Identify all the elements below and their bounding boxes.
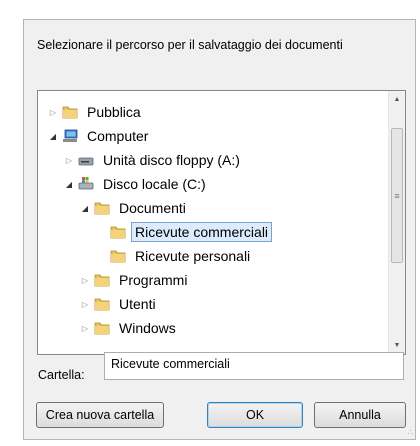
tree-item-label: Pubblica — [87, 104, 141, 120]
scroll-up-icon[interactable]: ▲ — [389, 91, 405, 108]
grip-icon: ≡ — [394, 190, 400, 201]
new-folder-button[interactable]: Crea nuova cartella — [36, 402, 164, 428]
tree-item-label: Programmi — [119, 272, 188, 288]
collapse-arrow-icon[interactable]: ◢ — [80, 203, 90, 213]
save-location-dialog: Selezionare il percorso per il salvatagg… — [23, 19, 416, 440]
folder-icon — [94, 320, 110, 336]
cancel-button[interactable]: Annulla — [314, 402, 406, 428]
folder-label: Cartella: — [38, 368, 85, 382]
tree-item-label: Documenti — [119, 200, 186, 216]
expand-arrow-icon[interactable]: ▷ — [80, 323, 90, 333]
vertical-scrollbar[interactable]: ▲ ≡ ▼ — [388, 91, 405, 354]
folder-icon — [62, 104, 78, 120]
expand-arrow-icon[interactable]: ▷ — [48, 107, 58, 117]
resize-grip-icon[interactable]: ∴ — [408, 428, 413, 437]
tree-item-label: Disco locale (C:) — [103, 176, 206, 192]
collapse-arrow-icon[interactable]: ◢ — [64, 179, 74, 189]
folder-icon — [110, 248, 126, 264]
tree-item-ricevute-personali[interactable]: Ricevute personali — [110, 244, 254, 268]
tree-item-label: Windows — [119, 320, 176, 336]
tree-item-programmi[interactable]: ▷ Programmi — [80, 268, 191, 292]
tree-item-label: Computer — [87, 128, 149, 144]
tree-item-utenti[interactable]: ▷ Utenti — [80, 292, 160, 316]
tree-item-windows[interactable]: ▷ Windows — [80, 316, 180, 340]
folder-tree[interactable]: ▷ Pubblica ◢ Computer ▷ Unità disco flop… — [37, 90, 406, 355]
scroll-thumb[interactable]: ≡ — [391, 128, 403, 263]
expand-arrow-icon[interactable]: ▷ — [64, 155, 74, 165]
tree-item-label: Ricevute personali — [135, 248, 251, 264]
folder-icon — [94, 296, 110, 312]
folder-icon — [110, 224, 126, 240]
folder-icon — [94, 272, 110, 288]
tree-item-label: Unità disco floppy (A:) — [103, 152, 240, 168]
local-disk-icon — [78, 176, 94, 192]
tree-item-label: Ricevute commerciali — [131, 222, 273, 242]
expand-arrow-icon[interactable]: ▷ — [80, 299, 90, 309]
floppy-drive-icon — [78, 152, 94, 168]
tree-item-label: Utenti — [119, 296, 156, 312]
expand-arrow-icon[interactable]: ▷ — [80, 275, 90, 285]
collapse-arrow-icon[interactable]: ◢ — [48, 131, 58, 141]
tree-item-computer[interactable]: ◢ Computer — [48, 124, 152, 148]
computer-icon — [62, 128, 78, 144]
folder-icon — [94, 200, 110, 216]
tree-item-local-disk[interactable]: ◢ Disco locale (C:) — [64, 172, 210, 196]
ok-button[interactable]: OK — [207, 402, 303, 428]
tree-item-documenti[interactable]: ◢ Documenti — [80, 196, 190, 220]
tree-item-pubblica[interactable]: ▷ Pubblica — [48, 100, 145, 124]
tree-item-floppy[interactable]: ▷ Unità disco floppy (A:) — [64, 148, 244, 172]
tree-item-ricevute-commerciali[interactable]: Ricevute commerciali — [110, 220, 273, 244]
folder-name-input[interactable]: Ricevute commerciali — [104, 352, 404, 380]
dialog-prompt: Selezionare il percorso per il salvatagg… — [37, 38, 343, 52]
